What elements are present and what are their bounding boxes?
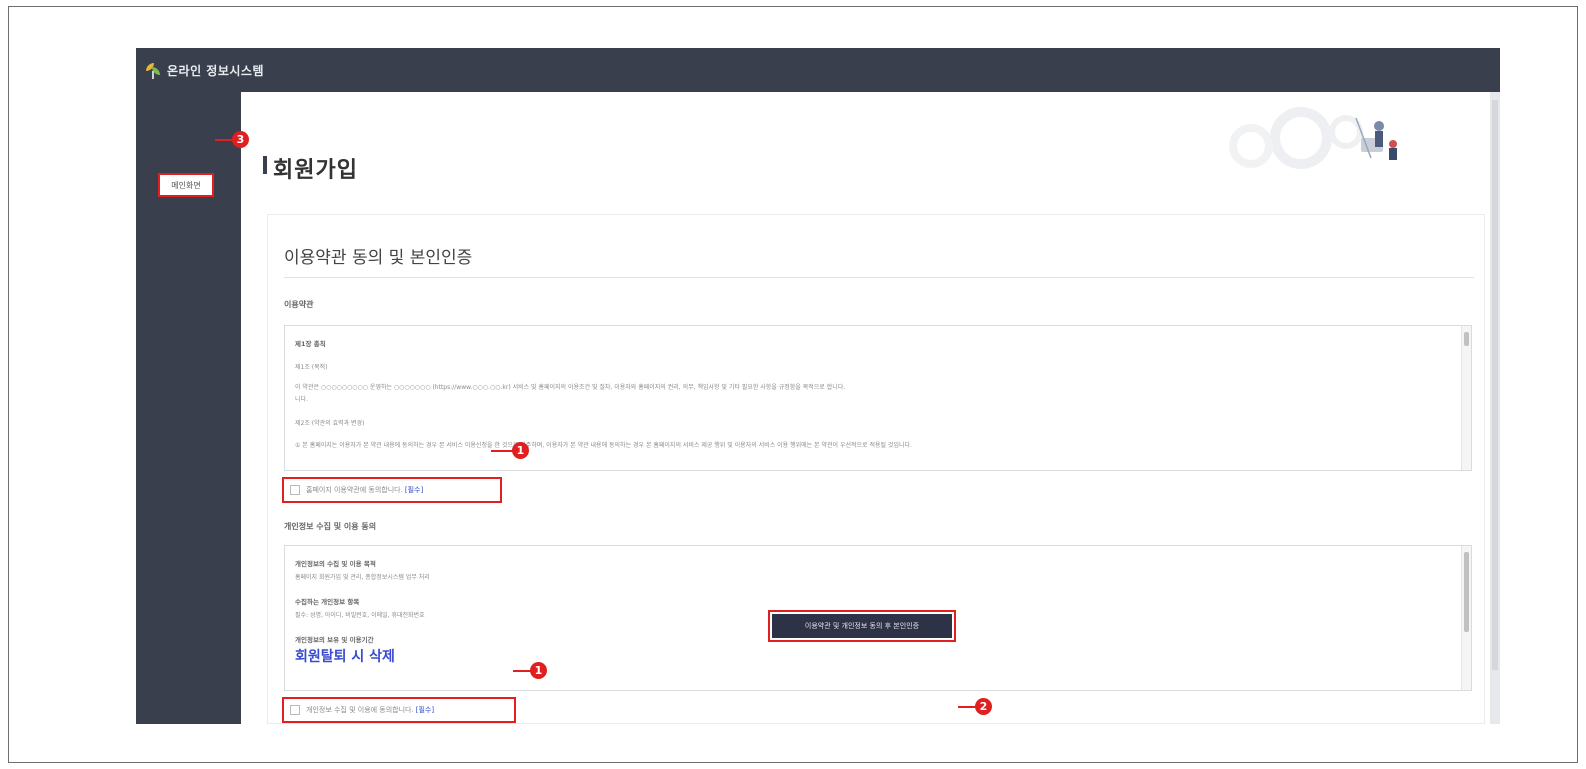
callout-line [958,706,976,708]
privacy-line: 필수: 성명, 아이디, 비밀번호, 이메일, 휴대전화번호 [295,612,425,619]
signup-card: 이용약관 동의 및 본인인증 이용약관 제1장 총칙 제1조 (목적) 이 약관… [267,214,1485,724]
terms-line: 제2조 (약관의 효력과 변경) [295,420,365,427]
app-title: 온라인 정보시스템 [167,63,264,78]
card-title: 이용약관 동의 및 본인인증 [284,248,473,268]
submit-highlight: 이용약관 및 개인정보 동의 후 본인인증 [768,610,956,642]
agree-and-verify-button[interactable]: 이용약관 및 개인정보 동의 후 본인인증 [772,614,952,638]
top-header-bar: 온라인 정보시스템 [136,48,1500,92]
decorative-illustration [1229,107,1397,169]
home-button[interactable]: 메인화면 [158,173,214,197]
page-title: 회원가입 [273,158,358,183]
terms-line: 제1장 총칙 [295,340,326,348]
required-tag: [필수] [415,706,435,714]
privacy-line: 수집하는 개인정보 항목 [295,598,360,606]
app-window: 온라인 정보시스템 메인화면 회원가입 이용약관 동의 및 본인인증 이용약관 … [136,48,1500,724]
terms-line: 제1조 (목적) [295,364,328,371]
privacy-line: 홈페이지 회원가입 및 관리, 종합정보시스템 업무 처리 [295,574,430,581]
main-content: 회원가입 이용약관 동의 및 본인인증 이용약관 제1장 총칙 제1조 (목적)… [241,92,1500,724]
terms-checkbox[interactable] [290,485,300,495]
callout-badge-3: 3 [232,131,249,148]
callout-badge-1: 1 [530,662,547,679]
terms-line: 니다. [295,396,308,403]
terms-line: ① 본 홈페이지는 이용자가 본 약관 내용에 동의하는 경우 본 서비스 이용… [295,442,912,449]
sprout-logo-icon [146,61,160,79]
privacy-section-label: 개인정보 수집 및 이용 동의 [284,522,377,531]
required-tag: [필수] [404,486,424,494]
privacy-highlight: 회원탈퇴 시 삭제 [295,649,395,665]
sidebar: 메인화면 [136,92,241,724]
terms-agree-label: 홈페이지 이용약관에 동의합니다. [306,486,403,494]
privacy-agree-label: 개인정보 수집 및 이용에 동의합니다. [306,706,414,714]
callout-badge-2: 2 [975,698,992,715]
callout-line [513,670,531,672]
privacy-line: 개인정보의 보유 및 이용기간 [295,636,374,644]
terms-section-label: 이용약관 [284,300,314,309]
terms-line: 이 약관은 ○○○○○○○○○ 운영하는 ○○○○○○○ (https://ww… [295,384,846,391]
callout-badge-1: 1 [512,442,529,459]
privacy-checkbox[interactable] [290,705,300,715]
terms-textbox[interactable]: 제1장 총칙 제1조 (목적) 이 약관은 ○○○○○○○○○ 운영하는 ○○○… [284,325,1472,471]
title-accent-bar [263,156,267,174]
terms-agree-checkbox-row[interactable]: 홈페이지 이용약관에 동의합니다. [필수] [282,477,502,503]
callout-line [491,450,513,452]
page-scrollbar[interactable] [1492,100,1498,670]
privacy-scrollbar[interactable] [1461,546,1471,690]
privacy-agree-checkbox-row[interactable]: 개인정보 수집 및 이용에 동의합니다. [필수] [282,697,516,723]
privacy-line: 개인정보의 수집 및 이용 목적 [295,560,376,568]
divider [284,277,1474,278]
callout-line [215,139,233,141]
terms-scrollbar[interactable] [1461,326,1471,470]
